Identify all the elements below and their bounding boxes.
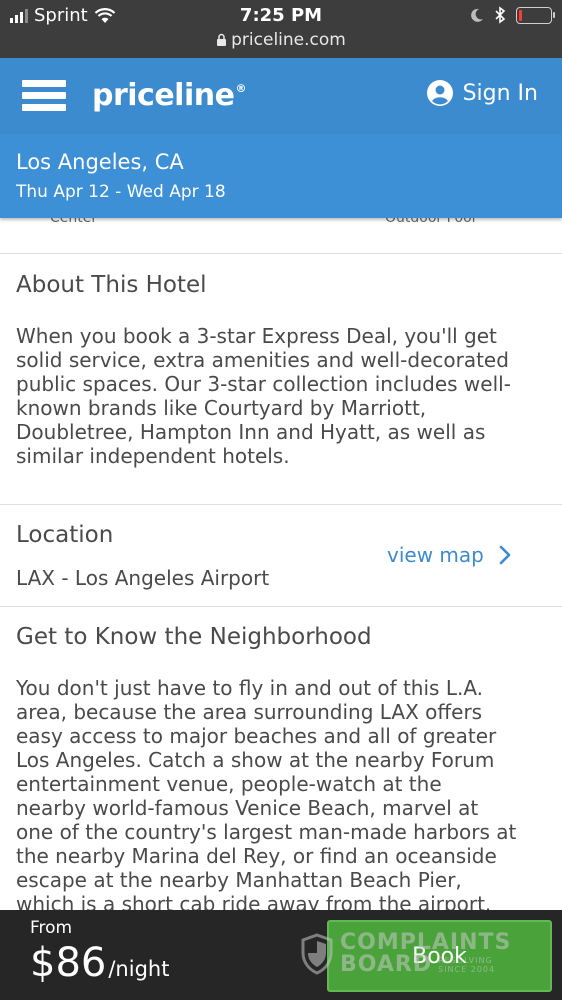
about-heading: About This Hotel	[16, 272, 207, 298]
priceline-logo[interactable]: priceline®	[92, 78, 246, 113]
about-line: When you book a 3-star Express Deal, you…	[16, 324, 497, 348]
menu-icon[interactable]	[22, 80, 66, 112]
booking-bar: From $86 /night Book	[0, 910, 562, 1000]
neighborhood-line: You don't just have to fly in and out of…	[16, 676, 484, 700]
app-header: priceline® Sign In	[0, 58, 562, 134]
divider	[0, 504, 562, 505]
about-line: public spaces. Our 3-star collection inc…	[16, 372, 511, 396]
price-unit: /night	[108, 957, 170, 981]
user-icon	[426, 80, 453, 106]
registered-mark: ®	[235, 82, 246, 95]
location-heading: Location	[16, 522, 114, 548]
search-summary[interactable]: Los Angeles, CA Thu Apr 12 - Wed Apr 18	[0, 134, 562, 218]
view-map-link[interactable]: view map	[387, 543, 512, 567]
neighborhood-heading: Get to Know the Neighborhood	[16, 624, 372, 650]
sign-in-button[interactable]: Sign In	[426, 80, 538, 106]
price-display: $86 /night	[30, 940, 169, 986]
location-name: LAX - Los Angeles Airport	[16, 566, 270, 590]
neighborhood-line: the nearby Marina del Rey, or find an oc…	[16, 844, 497, 868]
book-button-label: Book	[412, 943, 467, 969]
divider	[0, 253, 562, 254]
neighborhood-line: entertainment venue, people-watch at the	[16, 772, 442, 796]
moon-icon	[471, 8, 483, 22]
about-text: When you book a 3-star Express Deal, you…	[16, 324, 551, 468]
battery-icon	[516, 6, 555, 24]
url-text: priceline.com	[231, 30, 346, 50]
divider	[0, 606, 562, 607]
neighborhood-line: easy access to major beaches and all of …	[16, 724, 497, 748]
book-button[interactable]: Book	[327, 920, 552, 992]
about-line: known brands like Courtyard by Marriott,	[16, 396, 427, 420]
about-line: Doubletree, Hampton Inn and Hyatt, as we…	[16, 420, 486, 444]
about-line: solid service, extra amenities and well-…	[16, 348, 509, 372]
lock-icon	[217, 33, 227, 46]
address-bar[interactable]: priceline.com	[0, 30, 562, 50]
about-line: similar independent hotels.	[16, 444, 290, 468]
view-map-label: view map	[387, 543, 484, 567]
date-range: Thu Apr 12 - Wed Apr 18	[16, 182, 226, 202]
neighborhood-line: Los Angeles. Catch a show at the nearby …	[16, 748, 495, 772]
sign-in-label: Sign In	[462, 80, 538, 106]
neighborhood-line: escape at the nearby Manhattan Beach Pie…	[16, 868, 462, 892]
neighborhood-line: area, because the area surrounding LAX o…	[16, 700, 483, 724]
status-indicators	[470, 6, 555, 24]
from-label: From	[30, 918, 73, 938]
price-amount: $86	[30, 940, 107, 986]
chevron-right-icon	[499, 545, 511, 565]
battery-level	[519, 9, 522, 21]
destination: Los Angeles, CA	[16, 150, 184, 174]
logo-text: priceline	[92, 78, 235, 113]
neighborhood-line: nearby world-famous Venice Beach, marvel…	[16, 796, 479, 820]
neighborhood-text: You don't just have to fly in and out of…	[16, 676, 551, 916]
status-bar: Sprint 7:25 PM priceline.com	[0, 0, 562, 58]
neighborhood-line: one of the country's largest man-made ha…	[16, 820, 517, 844]
bluetooth-icon	[495, 6, 506, 24]
